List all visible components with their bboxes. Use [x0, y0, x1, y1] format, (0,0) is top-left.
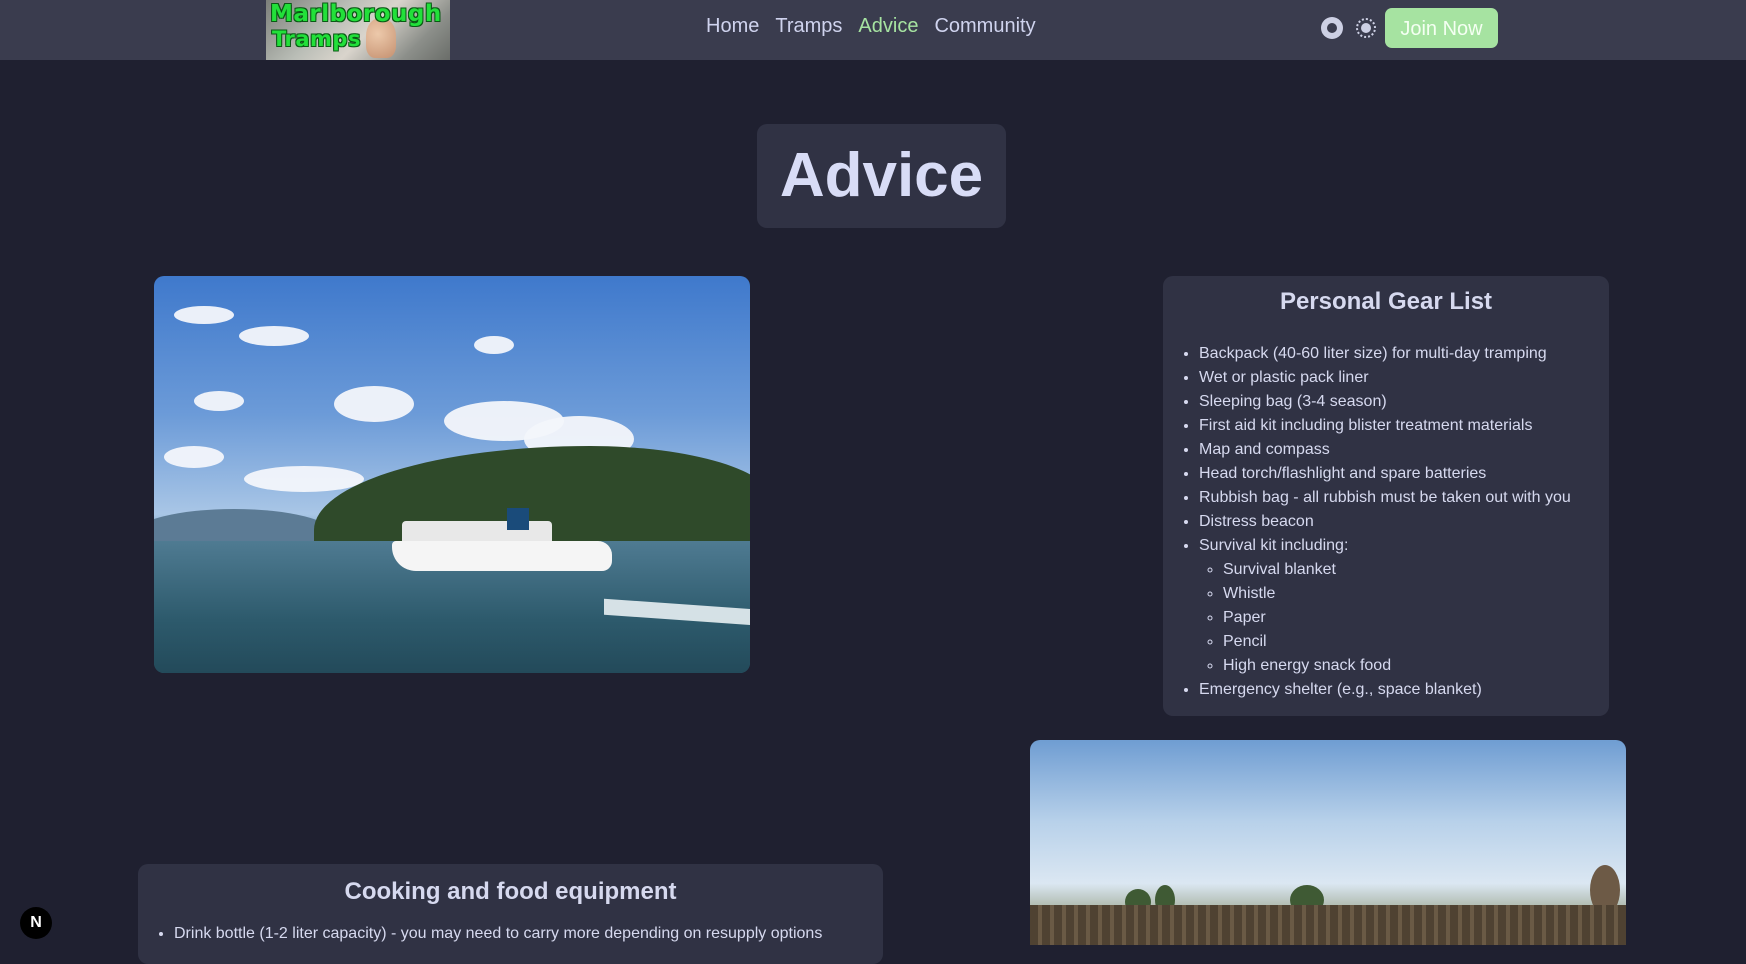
gear-item: Wet or plastic pack liner — [1199, 366, 1609, 390]
gear-item: Sleeping bag (3-4 season) — [1199, 390, 1609, 414]
cloud — [174, 306, 234, 324]
nav-community[interactable]: Community — [934, 15, 1035, 38]
site-logo[interactable]: Marlborough Tramps — [266, 0, 450, 60]
gear-item: First aid kit including blister treatmen… — [1199, 414, 1609, 438]
survival-item: Pencil — [1223, 630, 1609, 654]
cooking-card: Cooking and food equipment Drink bottle … — [138, 864, 883, 964]
gear-item-survival-kit: Survival kit including: Survival blanket… — [1199, 534, 1609, 678]
gear-title: Personal Gear List — [1279, 288, 1493, 315]
nav-tramps[interactable]: Tramps — [775, 15, 842, 38]
main-nav: Home Tramps Advice Community — [706, 15, 1036, 38]
cooking-title: Cooking and food equipment — [344, 878, 677, 905]
gear-item: Emergency shelter (e.g., space blanket) — [1199, 678, 1609, 702]
cloud — [474, 336, 514, 354]
page-title: Advice — [779, 141, 984, 210]
vineyard-rows — [1030, 905, 1626, 945]
ferry-funnel — [507, 508, 529, 530]
cloud — [239, 326, 309, 346]
gear-item: Map and compass — [1199, 438, 1609, 462]
top-navigation-bar: Marlborough Tramps Home Tramps Advice Co… — [0, 0, 1746, 60]
page-title-card: Advice — [757, 124, 1006, 228]
survival-item: Whistle — [1223, 582, 1609, 606]
header-icons — [1321, 17, 1377, 39]
gear-item: Backpack (40-60 liter size) for multi-da… — [1199, 342, 1609, 366]
cooking-list: Drink bottle (1-2 liter capacity) - you … — [138, 922, 883, 946]
survival-item: Survival blanket — [1223, 558, 1609, 582]
join-now-button[interactable]: Join Now — [1385, 8, 1498, 48]
cloud — [164, 446, 224, 468]
nav-advice[interactable]: Advice — [858, 15, 918, 38]
gear-item: Rubbish bag - all rubbish must be taken … — [1199, 486, 1609, 510]
cloud — [244, 466, 364, 492]
cooking-item: Drink bottle (1-2 liter capacity) - you … — [174, 922, 883, 946]
gear-list: Backpack (40-60 liter size) for multi-da… — [1163, 342, 1609, 702]
logo-line2: Tramps — [272, 27, 361, 51]
cloud — [334, 386, 414, 422]
ferry — [392, 508, 612, 576]
nextjs-badge[interactable]: N — [20, 907, 52, 939]
sun-icon[interactable] — [1355, 17, 1377, 39]
survival-kit-list: Survival blanket Whistle Paper Pencil Hi… — [1199, 558, 1609, 678]
gear-item: Distress beacon — [1199, 510, 1609, 534]
ferry-photo — [154, 276, 750, 673]
ferry-hull — [392, 541, 612, 571]
cloud — [194, 391, 244, 411]
sun-core — [1361, 23, 1371, 33]
survival-item: High energy snack food — [1223, 654, 1609, 678]
survival-item: Paper — [1223, 606, 1609, 630]
gear-item-label: Survival kit including: — [1199, 537, 1349, 554]
nav-home[interactable]: Home — [706, 15, 759, 38]
personal-gear-card: Personal Gear List Backpack (40-60 liter… — [1163, 276, 1609, 716]
github-icon[interactable] — [1321, 17, 1343, 39]
vineyard-photo — [1030, 740, 1626, 945]
logo-line1: Marlborough — [270, 1, 442, 27]
gear-item: Head torch/flashlight and spare batterie… — [1199, 462, 1609, 486]
